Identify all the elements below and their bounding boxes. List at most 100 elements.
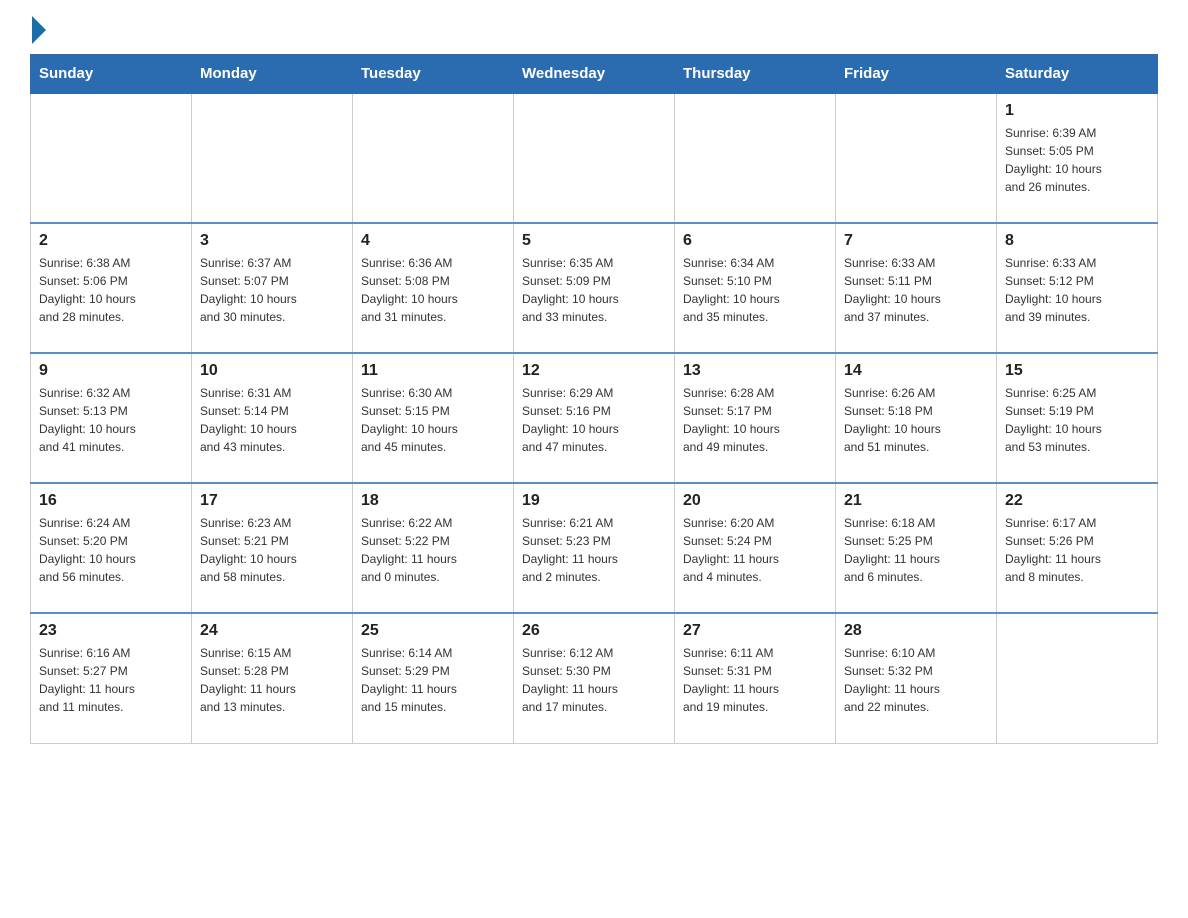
calendar-table: SundayMondayTuesdayWednesdayThursdayFrid… [30, 54, 1158, 744]
day-info: Sunrise: 6:28 AM Sunset: 5:17 PM Dayligh… [683, 384, 827, 456]
day-number: 11 [361, 362, 505, 380]
day-number: 17 [200, 492, 344, 510]
calendar-cell: 23 Sunrise: 6:16 AM Sunset: 5:27 PM Dayli… [31, 613, 192, 743]
day-number: 3 [200, 232, 344, 250]
day-number: 25 [361, 622, 505, 640]
day-number: 16 [39, 492, 183, 510]
calendar-cell [997, 613, 1158, 743]
day-number: 24 [200, 622, 344, 640]
day-number: 15 [1005, 362, 1149, 380]
calendar-cell: 15 Sunrise: 6:25 AM Sunset: 5:19 PM Dayli… [997, 353, 1158, 483]
weekday-header-sunday: Sunday [31, 55, 192, 94]
day-number: 6 [683, 232, 827, 250]
calendar-cell: 4Sunrise: 6:36 AM Sunset: 5:08 PM Daylig… [353, 223, 514, 353]
day-info: Sunrise: 6:24 AM Sunset: 5:20 PM Dayligh… [39, 514, 183, 586]
day-info: Sunrise: 6:15 AM Sunset: 5:28 PM Dayligh… [200, 644, 344, 716]
calendar-cell: 14 Sunrise: 6:26 AM Sunset: 5:18 PM Dayli… [836, 353, 997, 483]
calendar-cell: 5 Sunrise: 6:35 AM Sunset: 5:09 PM Daylig… [514, 223, 675, 353]
day-info: Sunrise: 6:32 AM Sunset: 5:13 PM Dayligh… [39, 384, 183, 456]
logo [30, 20, 46, 44]
day-number: 8 [1005, 232, 1149, 250]
day-number: 22 [1005, 492, 1149, 510]
day-number: 10 [200, 362, 344, 380]
calendar-cell [192, 93, 353, 223]
day-number: 27 [683, 622, 827, 640]
calendar-cell: 8 Sunrise: 6:33 AM Sunset: 5:12 PM Daylig… [997, 223, 1158, 353]
day-number: 20 [683, 492, 827, 510]
day-info: Sunrise: 6:35 AM Sunset: 5:09 PM Dayligh… [522, 254, 666, 326]
logo-arrow-icon [32, 16, 46, 44]
day-number: 23 [39, 622, 183, 640]
day-number: 26 [522, 622, 666, 640]
day-number: 14 [844, 362, 988, 380]
calendar-cell: 26 Sunrise: 6:12 AM Sunset: 5:30 PM Dayli… [514, 613, 675, 743]
calendar-cell: 13 Sunrise: 6:28 AM Sunset: 5:17 PM Dayli… [675, 353, 836, 483]
calendar-cell: 10 Sunrise: 6:31 AM Sunset: 5:14 PM Dayli… [192, 353, 353, 483]
day-number: 28 [844, 622, 988, 640]
day-info: Sunrise: 6:21 AM Sunset: 5:23 PM Dayligh… [522, 514, 666, 586]
day-number: 1 [1005, 102, 1149, 120]
calendar-cell: 7Sunrise: 6:33 AM Sunset: 5:11 PM Daylig… [836, 223, 997, 353]
weekday-header-row: SundayMondayTuesdayWednesdayThursdayFrid… [31, 55, 1158, 94]
calendar-cell: 21 Sunrise: 6:18 AM Sunset: 5:25 PM Dayli… [836, 483, 997, 613]
day-info: Sunrise: 6:16 AM Sunset: 5:27 PM Dayligh… [39, 644, 183, 716]
page-header [30, 20, 1158, 44]
calendar-week-row: 1 Sunrise: 6:39 AM Sunset: 5:05 PM Daylig… [31, 93, 1158, 223]
calendar-cell: 27 Sunrise: 6:11 AM Sunset: 5:31 PM Dayli… [675, 613, 836, 743]
day-number: 5 [522, 232, 666, 250]
day-number: 2 [39, 232, 183, 250]
day-info: Sunrise: 6:25 AM Sunset: 5:19 PM Dayligh… [1005, 384, 1149, 456]
calendar-cell: 12Sunrise: 6:29 AM Sunset: 5:16 PM Dayli… [514, 353, 675, 483]
calendar-cell: 19 Sunrise: 6:21 AM Sunset: 5:23 PM Dayli… [514, 483, 675, 613]
day-info: Sunrise: 6:12 AM Sunset: 5:30 PM Dayligh… [522, 644, 666, 716]
day-info: Sunrise: 6:29 AM Sunset: 5:16 PM Dayligh… [522, 384, 666, 456]
day-info: Sunrise: 6:14 AM Sunset: 5:29 PM Dayligh… [361, 644, 505, 716]
day-info: Sunrise: 6:39 AM Sunset: 5:05 PM Dayligh… [1005, 124, 1149, 196]
day-info: Sunrise: 6:22 AM Sunset: 5:22 PM Dayligh… [361, 514, 505, 586]
calendar-cell: 1 Sunrise: 6:39 AM Sunset: 5:05 PM Daylig… [997, 93, 1158, 223]
day-info: Sunrise: 6:33 AM Sunset: 5:12 PM Dayligh… [1005, 254, 1149, 326]
calendar-cell [353, 93, 514, 223]
day-info: Sunrise: 6:31 AM Sunset: 5:14 PM Dayligh… [200, 384, 344, 456]
day-number: 19 [522, 492, 666, 510]
calendar-cell: 17 Sunrise: 6:23 AM Sunset: 5:21 PM Dayli… [192, 483, 353, 613]
calendar-cell [31, 93, 192, 223]
day-info: Sunrise: 6:37 AM Sunset: 5:07 PM Dayligh… [200, 254, 344, 326]
day-info: Sunrise: 6:23 AM Sunset: 5:21 PM Dayligh… [200, 514, 344, 586]
calendar-week-row: 16 Sunrise: 6:24 AM Sunset: 5:20 PM Dayli… [31, 483, 1158, 613]
day-info: Sunrise: 6:26 AM Sunset: 5:18 PM Dayligh… [844, 384, 988, 456]
calendar-cell: 9 Sunrise: 6:32 AM Sunset: 5:13 PM Daylig… [31, 353, 192, 483]
calendar-week-row: 9 Sunrise: 6:32 AM Sunset: 5:13 PM Daylig… [31, 353, 1158, 483]
weekday-header-friday: Friday [836, 55, 997, 94]
day-number: 13 [683, 362, 827, 380]
calendar-cell [836, 93, 997, 223]
day-info: Sunrise: 6:20 AM Sunset: 5:24 PM Dayligh… [683, 514, 827, 586]
day-number: 18 [361, 492, 505, 510]
day-info: Sunrise: 6:33 AM Sunset: 5:11 PM Dayligh… [844, 254, 988, 326]
calendar-cell: 28 Sunrise: 6:10 AM Sunset: 5:32 PM Dayli… [836, 613, 997, 743]
weekday-header-monday: Monday [192, 55, 353, 94]
calendar-cell [675, 93, 836, 223]
calendar-cell [514, 93, 675, 223]
day-number: 4 [361, 232, 505, 250]
calendar-cell: 16 Sunrise: 6:24 AM Sunset: 5:20 PM Dayli… [31, 483, 192, 613]
calendar-cell: 24 Sunrise: 6:15 AM Sunset: 5:28 PM Dayli… [192, 613, 353, 743]
calendar-cell: 11Sunrise: 6:30 AM Sunset: 5:15 PM Dayli… [353, 353, 514, 483]
day-info: Sunrise: 6:17 AM Sunset: 5:26 PM Dayligh… [1005, 514, 1149, 586]
day-info: Sunrise: 6:38 AM Sunset: 5:06 PM Dayligh… [39, 254, 183, 326]
calendar-cell: 22 Sunrise: 6:17 AM Sunset: 5:26 PM Dayli… [997, 483, 1158, 613]
calendar-cell: 3 Sunrise: 6:37 AM Sunset: 5:07 PM Daylig… [192, 223, 353, 353]
calendar-cell: 2 Sunrise: 6:38 AM Sunset: 5:06 PM Daylig… [31, 223, 192, 353]
day-info: Sunrise: 6:34 AM Sunset: 5:10 PM Dayligh… [683, 254, 827, 326]
calendar-cell: 6 Sunrise: 6:34 AM Sunset: 5:10 PM Daylig… [675, 223, 836, 353]
day-info: Sunrise: 6:18 AM Sunset: 5:25 PM Dayligh… [844, 514, 988, 586]
calendar-week-row: 23 Sunrise: 6:16 AM Sunset: 5:27 PM Dayli… [31, 613, 1158, 743]
day-number: 21 [844, 492, 988, 510]
calendar-cell: 25 Sunrise: 6:14 AM Sunset: 5:29 PM Dayli… [353, 613, 514, 743]
day-info: Sunrise: 6:11 AM Sunset: 5:31 PM Dayligh… [683, 644, 827, 716]
day-number: 9 [39, 362, 183, 380]
weekday-header-tuesday: Tuesday [353, 55, 514, 94]
day-info: Sunrise: 6:10 AM Sunset: 5:32 PM Dayligh… [844, 644, 988, 716]
weekday-header-thursday: Thursday [675, 55, 836, 94]
calendar-cell: 18 Sunrise: 6:22 AM Sunset: 5:22 PM Dayli… [353, 483, 514, 613]
